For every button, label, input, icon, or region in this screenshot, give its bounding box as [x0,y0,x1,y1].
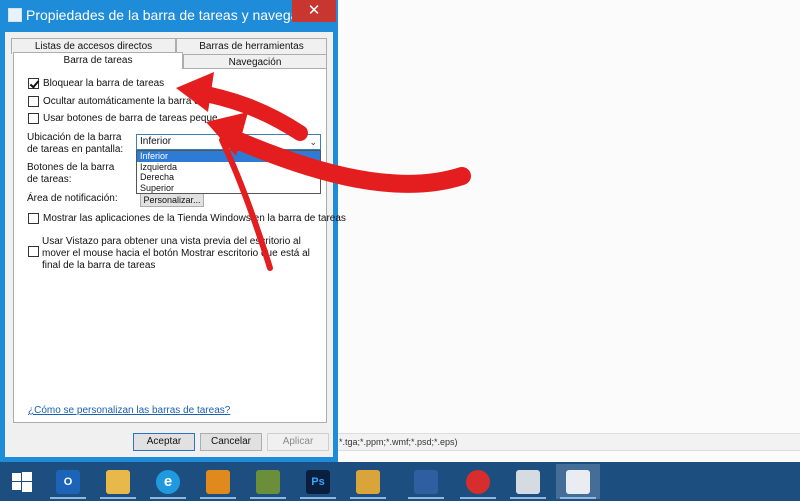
arrow-shaft-middle [223,129,471,193]
arrow-head-top [176,72,214,112]
annotation-arrows [176,72,471,271]
